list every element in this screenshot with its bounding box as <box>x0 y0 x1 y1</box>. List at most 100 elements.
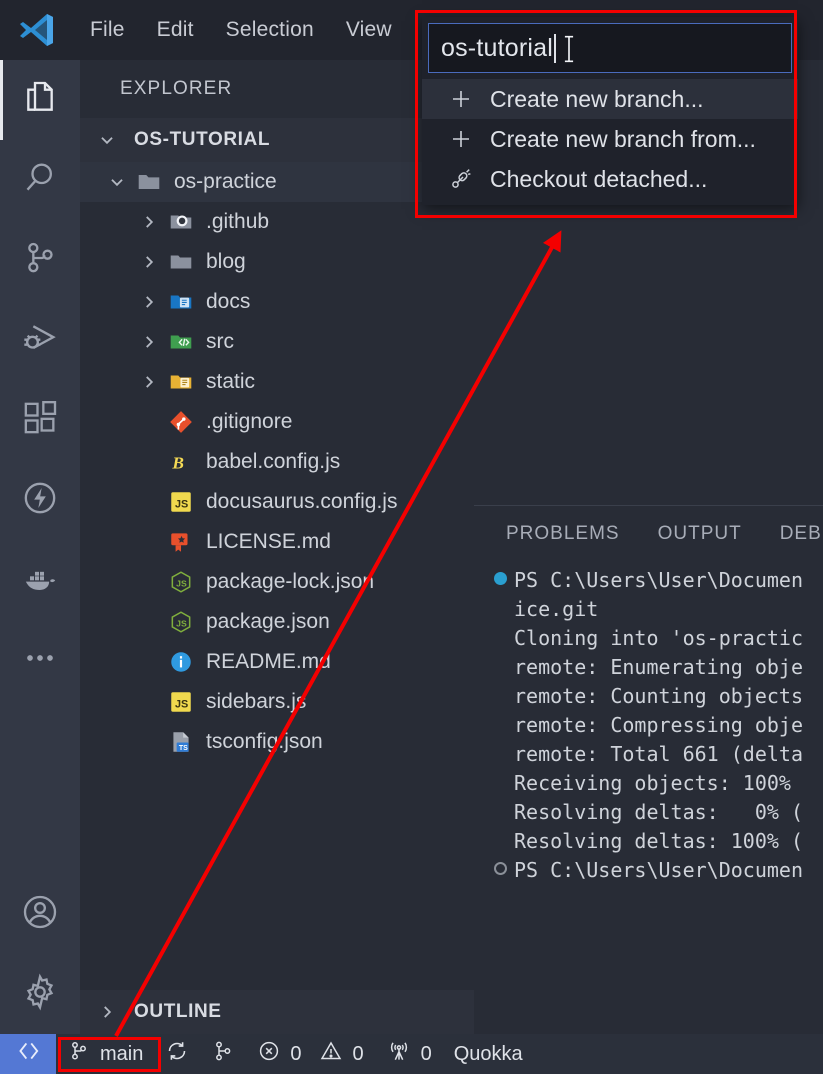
tree-row-sidebars-js[interactable]: JS sidebars.js <box>80 682 474 722</box>
sidebar-section-workspace[interactable]: OS-TUTORIAL <box>80 118 474 162</box>
activitybar-item-additional-views[interactable] <box>0 620 80 700</box>
terminal-gutter-blank <box>486 740 514 746</box>
activitybar-item-source-control[interactable] <box>0 220 80 300</box>
svg-text:JS: JS <box>176 618 187 628</box>
tree-row-package-json[interactable]: JS package.json <box>80 602 474 642</box>
quick-pick-item-label: Create new branch... <box>490 85 704 112</box>
chevron-right-icon[interactable] <box>132 333 166 351</box>
terminal-line: Resolving deltas: 100% ( <box>486 827 823 856</box>
terminal-line: remote: Enumerating obje <box>486 653 823 682</box>
github-folder-icon <box>166 209 196 235</box>
activitybar-item-thunder-client[interactable] <box>0 460 80 540</box>
chevron-right-icon[interactable] <box>90 1003 124 1021</box>
svg-text:JS: JS <box>175 498 188 510</box>
quick-pick-item-create-new-branch[interactable]: Create new branch... <box>422 79 798 119</box>
activitybar-item-manage-settings[interactable] <box>0 954 80 1034</box>
activitybar-item-docker[interactable] <box>0 540 80 620</box>
tree-row-babel-config[interactable]: B babel.config.js <box>80 442 474 482</box>
quick-pick-item-label: Create new branch from... <box>490 125 756 152</box>
activitybar-item-run-and-debug[interactable] <box>0 300 80 380</box>
terminal-line: ice.git <box>486 595 823 624</box>
chevron-right-icon[interactable] <box>132 373 166 391</box>
menu-item-selection[interactable]: Selection <box>210 14 330 46</box>
terminal-line-text: ice.git <box>514 597 599 621</box>
vscode-window: File Edit Selection View G <box>0 0 823 1074</box>
menu-item-view[interactable]: View <box>330 14 408 46</box>
status-branch-item[interactable]: main <box>56 1034 154 1074</box>
menu-item-file[interactable]: File <box>74 14 141 46</box>
activitybar-item-explorer[interactable] <box>0 60 80 140</box>
source-control-icon <box>67 1039 91 1069</box>
tab-debug-console[interactable]: DEBUG <box>780 523 823 545</box>
chevron-right-icon[interactable] <box>132 213 166 231</box>
tree-row-package-lock-json[interactable]: JS package-lock.json <box>80 562 474 602</box>
git-icon <box>166 409 196 435</box>
tree-row-tsconfig-json[interactable]: TS tsconfig.json <box>80 722 474 762</box>
tab-output[interactable]: OUTPUT <box>658 523 742 545</box>
terminal-line: PS C:\Users\User\Documen <box>486 856 823 885</box>
typescript-config-icon: TS <box>166 729 196 755</box>
terminal-line-text: PS C:\Users\User\Documen <box>514 568 803 592</box>
activitybar-item-search[interactable] <box>0 140 80 220</box>
terminal-gutter-blank <box>486 682 514 688</box>
remote-window-icon <box>15 1038 41 1070</box>
panel-tab-bar: PROBLEMS OUTPUT DEBUG <box>474 506 823 562</box>
tree-label: README.md <box>206 650 331 673</box>
text-caret <box>553 33 556 63</box>
tree-row-blog[interactable]: blog <box>80 242 474 282</box>
svg-text:B: B <box>171 454 184 473</box>
plus-icon <box>448 127 474 151</box>
terminal-line: remote: Compressing obje <box>486 711 823 740</box>
status-quokka-item[interactable]: Quokka <box>443 1034 534 1074</box>
activitybar-item-accounts[interactable] <box>0 874 80 954</box>
tree-row-docs[interactable]: docs <box>80 282 474 322</box>
terminal-line-text: Receiving objects: 100% <box>514 771 803 795</box>
sidebar-explorer: EXPLORER OS-TUTORIAL os-practice .github… <box>80 60 474 1034</box>
tree-row-github[interactable]: .github <box>80 202 474 242</box>
status-sync-item[interactable] <box>154 1034 200 1074</box>
quick-pick-input-wrapper[interactable]: os-tutorial <box>428 23 792 73</box>
outline-label: OUTLINE <box>134 1001 222 1022</box>
extensions-icon <box>20 398 60 443</box>
terminal-line-text: remote: Counting objects <box>514 684 803 708</box>
ellipsis-icon <box>20 638 60 683</box>
radio-tower-icon <box>386 1038 412 1070</box>
activity-bar <box>0 60 80 1034</box>
quick-pick-item-checkout-detached[interactable]: Checkout detached... <box>422 159 798 199</box>
tree-row-readme[interactable]: README.md <box>80 642 474 682</box>
terminal-gutter-blank <box>486 653 514 659</box>
terminal-line-text: remote: Enumerating obje <box>514 655 803 679</box>
terminal-line-text: Resolving deltas: 100% ( <box>514 829 803 853</box>
sidebar-section-outline[interactable]: OUTLINE <box>80 990 474 1034</box>
account-circle-icon <box>20 892 60 937</box>
status-problems-item[interactable]: 0 0 <box>246 1034 374 1074</box>
chevron-right-icon[interactable] <box>132 253 166 271</box>
warning-triangle-icon <box>319 1039 343 1069</box>
tree-label: .gitignore <box>206 410 293 433</box>
status-warning-count: 0 <box>352 1042 364 1065</box>
quick-pick-item-create-new-branch-from[interactable]: Create new branch from... <box>422 119 798 159</box>
terminal-gutter-blank <box>486 711 514 717</box>
activitybar-item-extensions[interactable] <box>0 380 80 460</box>
license-icon <box>166 529 196 555</box>
tree-row-license[interactable]: LICENSE.md <box>80 522 474 562</box>
detached-head-icon <box>448 167 474 191</box>
menu-bar: File Edit Selection View G <box>74 14 456 46</box>
tab-problems[interactable]: PROBLEMS <box>506 523 620 545</box>
tree-label: src <box>206 330 234 353</box>
tree-row-static[interactable]: static <box>80 362 474 402</box>
tree-row-os-practice[interactable]: os-practice <box>80 162 474 202</box>
chevron-down-icon[interactable] <box>90 131 124 149</box>
terminal-output[interactable]: PS C:\Users\User\Documen ice.git Cloning… <box>474 562 823 885</box>
menu-item-edit[interactable]: Edit <box>141 14 210 46</box>
tree-row-docusaurus-config[interactable]: JS docusaurus.config.js <box>80 482 474 522</box>
remote-window-indicator[interactable] <box>0 1034 56 1074</box>
chevron-right-icon[interactable] <box>132 293 166 311</box>
status-ports-item[interactable]: 0 <box>375 1034 443 1074</box>
status-checkout-item[interactable] <box>200 1034 246 1074</box>
chevron-down-icon[interactable] <box>100 173 134 191</box>
tree-row-gitignore[interactable]: .gitignore <box>80 402 474 442</box>
quick-pick-input-value[interactable]: os-tutorial <box>441 34 553 63</box>
terminal-line-text: PS C:\Users\User\Documen <box>514 858 803 882</box>
tree-row-src[interactable]: src <box>80 322 474 362</box>
